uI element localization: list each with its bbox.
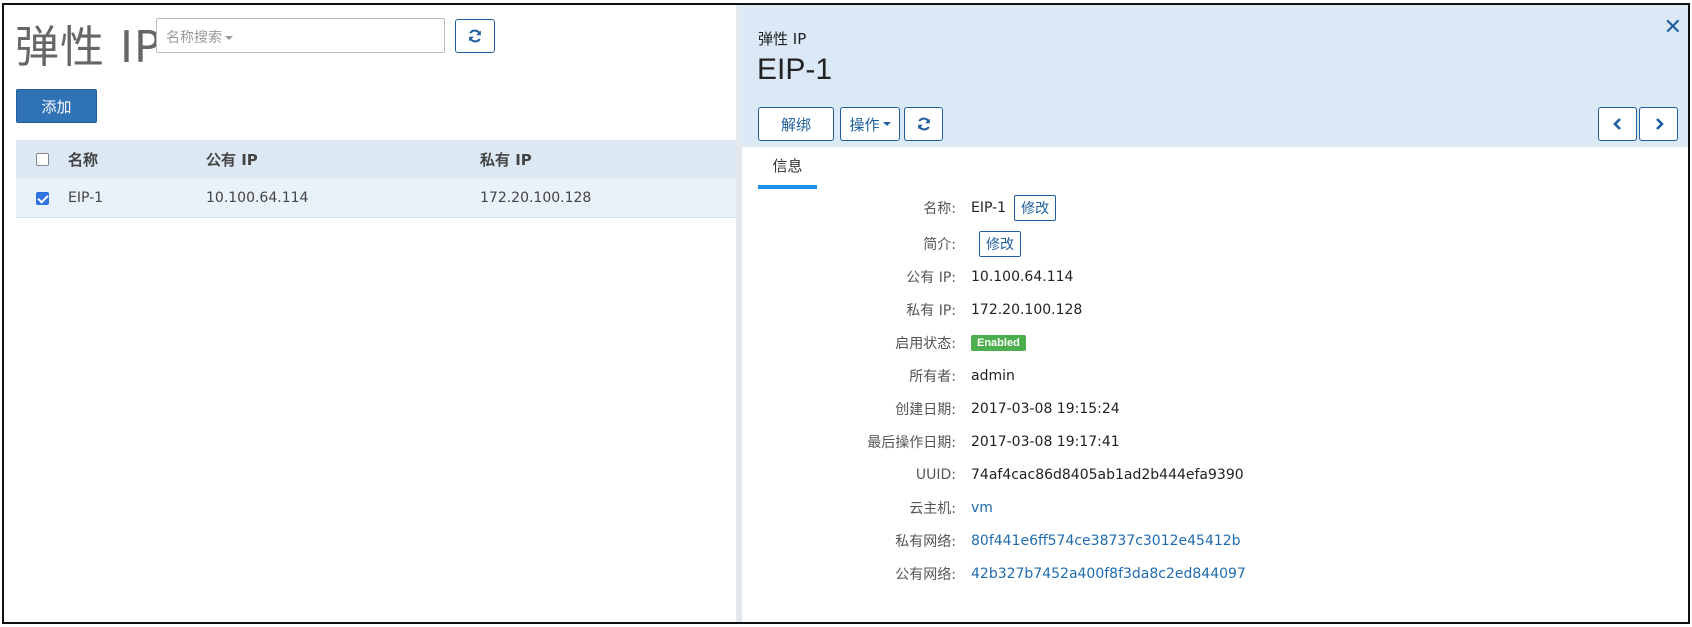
detail-subtitle: 弹性 IP	[758, 30, 807, 48]
status-badge: Enabled	[971, 335, 1026, 351]
detail-header: 弹性 IP EIP-1 ✕ 解绑 操作	[742, 5, 1688, 147]
search-placeholder: 名称搜索	[166, 30, 222, 46]
eip-table: 名称 公有 IP 私有 IP EIP-1 10.100.64.114 172.2…	[16, 140, 736, 218]
chevron-right-icon	[1655, 118, 1664, 130]
column-header-name[interactable]: 名称	[68, 149, 206, 170]
field-public-network: 公有网络: 42b327b7452a400f8f3da8c2ed844097	[742, 561, 1246, 587]
field-private-ip: 私有 IP: 172.20.100.128	[742, 297, 1082, 323]
field-label: 私有网络:	[895, 534, 956, 550]
vm-link[interactable]: vm	[971, 500, 993, 516]
actions-dropdown[interactable]: 操作	[840, 107, 900, 141]
field-label: 公有 IP:	[906, 270, 956, 286]
field-public-ip: 公有 IP: 10.100.64.114	[742, 264, 1073, 290]
edit-name-button[interactable]: 修改	[1014, 195, 1057, 221]
next-button[interactable]	[1639, 107, 1678, 141]
field-label: UUID:	[915, 467, 956, 483]
field-name: 名称: EIP-1 修改	[742, 195, 1057, 221]
prev-button[interactable]	[1598, 107, 1637, 141]
public-network-link[interactable]: 42b327b7452a400f8f3da8c2ed844097	[971, 566, 1246, 582]
field-uuid: UUID: 74af4cac86d8405ab1ad2b444efa9390	[742, 462, 1244, 488]
row-name[interactable]: EIP-1	[68, 190, 206, 206]
unbind-button[interactable]: 解绑	[758, 107, 834, 141]
detail-refresh-button[interactable]	[904, 107, 943, 141]
field-label: 云主机:	[909, 501, 956, 517]
refresh-button[interactable]	[455, 19, 495, 53]
row-checkbox[interactable]	[35, 191, 49, 205]
chevron-left-icon	[1612, 118, 1621, 130]
field-value: 2017-03-08 19:17:41	[971, 434, 1120, 450]
caret-down-icon	[882, 122, 891, 126]
field-value: admin	[971, 368, 1015, 384]
field-label: 私有 IP:	[906, 303, 956, 319]
list-pane: 弹性 IP 名称搜索 添加 名称 公有 IP 私有 IP EIP-1 10.10…	[4, 5, 736, 622]
column-header-private-ip[interactable]: 私有 IP	[480, 149, 730, 170]
tab-info[interactable]: 信息	[758, 155, 817, 189]
search-input[interactable]: 名称搜索	[156, 18, 445, 53]
detail-pane: 弹性 IP EIP-1 ✕ 解绑 操作 信息 名称: EIP-1 修改 简介: …	[742, 5, 1688, 622]
field-value: EIP-1	[971, 200, 1007, 216]
field-value: 2017-03-08 19:15:24	[971, 401, 1120, 417]
select-all-checkbox[interactable]	[35, 153, 49, 166]
row-private-ip: 172.20.100.128	[480, 190, 592, 206]
field-value: 172.20.100.128	[971, 302, 1083, 318]
field-description: 简介: 修改	[742, 231, 1021, 257]
field-value: 74af4cac86d8405ab1ad2b444efa9390	[971, 467, 1244, 483]
field-label: 名称:	[923, 201, 956, 217]
refresh-icon	[469, 29, 481, 43]
edit-description-button[interactable]: 修改	[979, 231, 1021, 257]
field-label: 创建日期:	[895, 402, 956, 418]
close-icon[interactable]: ✕	[1664, 17, 1682, 39]
private-network-link[interactable]: 80f441e6ff574ce38737c3012e45412b	[971, 533, 1241, 549]
app-frame: 弹性 IP 名称搜索 添加 名称 公有 IP 私有 IP EIP-1 10.10…	[2, 3, 1690, 624]
field-created: 创建日期: 2017-03-08 19:15:24	[742, 396, 1120, 422]
field-label: 启用状态:	[895, 336, 956, 352]
field-label: 所有者:	[909, 369, 956, 385]
table-row[interactable]: EIP-1 10.100.64.114 172.20.100.128	[16, 179, 736, 218]
refresh-icon	[917, 117, 930, 131]
field-vm: 云主机: vm	[742, 495, 993, 521]
field-label: 公有网络:	[895, 567, 956, 583]
field-owner: 所有者: admin	[742, 363, 1015, 389]
field-label: 简介:	[923, 237, 956, 253]
field-value: 10.100.64.114	[971, 269, 1074, 285]
field-private-network: 私有网络: 80f441e6ff574ce38737c3012e45412b	[742, 528, 1241, 554]
caret-down-icon	[225, 36, 233, 40]
actions-label: 操作	[849, 115, 880, 134]
detail-title: EIP-1	[757, 53, 833, 86]
row-public-ip: 10.100.64.114	[206, 190, 309, 206]
table-header: 名称 公有 IP 私有 IP	[16, 140, 736, 179]
add-button[interactable]: 添加	[16, 89, 97, 123]
field-label: 最后操作日期:	[867, 435, 956, 451]
field-last-op: 最后操作日期: 2017-03-08 19:17:41	[742, 429, 1120, 455]
page-title: 弹性 IP	[15, 22, 162, 73]
column-header-public-ip[interactable]: 公有 IP	[206, 149, 480, 170]
field-state: 启用状态: Enabled	[742, 330, 1026, 356]
